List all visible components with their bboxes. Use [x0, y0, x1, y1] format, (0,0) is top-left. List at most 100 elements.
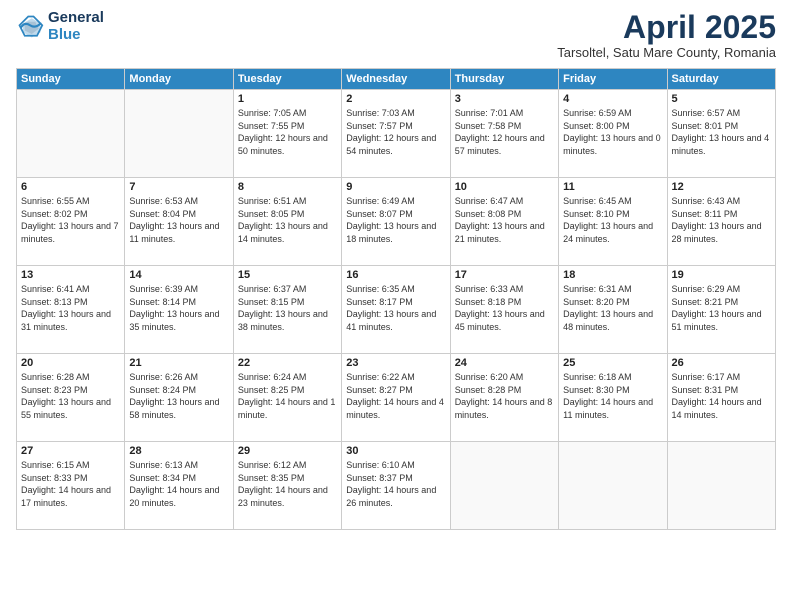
day-info: Sunrise: 6:26 AM Sunset: 8:24 PM Dayligh… [129, 371, 228, 421]
day-info: Sunrise: 6:20 AM Sunset: 8:28 PM Dayligh… [455, 371, 554, 421]
calendar-cell: 29 Sunrise: 6:12 AM Sunset: 8:35 PM Dayli… [233, 442, 341, 530]
calendar-cell [667, 442, 775, 530]
day-info: Sunrise: 6:24 AM Sunset: 8:25 PM Dayligh… [238, 371, 337, 421]
day-number: 2 [346, 93, 445, 105]
day-number: 29 [238, 445, 337, 457]
calendar-cell: 3 Sunrise: 7:01 AM Sunset: 7:58 PM Daylig… [450, 90, 558, 178]
day-info: Sunrise: 6:29 AM Sunset: 8:21 PM Dayligh… [672, 283, 771, 333]
day-info: Sunrise: 6:10 AM Sunset: 8:37 PM Dayligh… [346, 459, 445, 509]
calendar-cell [125, 90, 233, 178]
logo-line1: General [48, 10, 104, 27]
calendar-cell: 17Sunrise: 6:33 AM Sunset: 8:18 PM Dayli… [450, 266, 558, 354]
day-info: Sunrise: 6:51 AM Sunset: 8:05 PM Dayligh… [238, 195, 337, 245]
calendar-cell: 13 Sunrise: 6:41 AM Sunset: 8:13 PM Dayli… [17, 266, 125, 354]
day-number: 17 [455, 269, 554, 281]
day-info: Sunrise: 6:35 AM Sunset: 8:17 PM Dayligh… [346, 283, 445, 333]
calendar-cell: 11 Sunrise: 6:45 AM Sunset: 8:10 PM Dayli… [559, 178, 667, 266]
day-number: 28 [129, 445, 228, 457]
day-number: 30 [346, 445, 445, 457]
day-info: Sunrise: 6:59 AM Sunset: 8:00 PM Dayligh… [563, 107, 662, 157]
day-number: 21 [129, 357, 228, 369]
calendar-cell: 20Sunrise: 6:28 AM Sunset: 8:23 PM Dayli… [17, 354, 125, 442]
day-number: 5 [672, 93, 771, 105]
day-info: Sunrise: 6:37 AM Sunset: 8:15 PM Dayligh… [238, 283, 337, 333]
day-info: Sunrise: 7:05 AM Sunset: 7:55 PM Dayligh… [238, 107, 337, 157]
calendar-cell: 5 Sunrise: 6:57 AM Sunset: 8:01 PM Daylig… [667, 90, 775, 178]
day-number: 19 [672, 269, 771, 281]
day-number: 24 [455, 357, 554, 369]
day-info: Sunrise: 6:47 AM Sunset: 8:08 PM Dayligh… [455, 195, 554, 245]
day-number: 12 [672, 181, 771, 193]
calendar-page: General Blue April 2025 Tarsoltel, Satu … [0, 0, 792, 612]
calendar-cell: 18 Sunrise: 6:31 AM Sunset: 8:20 PM Dayli… [559, 266, 667, 354]
header: General Blue April 2025 Tarsoltel, Satu … [16, 10, 776, 60]
calendar-cell: 27Sunrise: 6:15 AM Sunset: 8:33 PM Dayli… [17, 442, 125, 530]
logo: General Blue [16, 10, 104, 43]
calendar-cell: 8 Sunrise: 6:51 AM Sunset: 8:05 PM Daylig… [233, 178, 341, 266]
calendar-week-0: 1 Sunrise: 7:05 AM Sunset: 7:55 PM Daylig… [17, 90, 776, 178]
calendar-cell: 6Sunrise: 6:55 AM Sunset: 8:02 PM Daylig… [17, 178, 125, 266]
day-info: Sunrise: 6:41 AM Sunset: 8:13 PM Dayligh… [21, 283, 120, 333]
calendar-cell: 22 Sunrise: 6:24 AM Sunset: 8:25 PM Dayli… [233, 354, 341, 442]
calendar-cell: 9 Sunrise: 6:49 AM Sunset: 8:07 PM Daylig… [342, 178, 450, 266]
day-number: 1 [238, 93, 337, 105]
day-number: 8 [238, 181, 337, 193]
day-info: Sunrise: 6:15 AM Sunset: 8:33 PM Dayligh… [21, 459, 120, 509]
calendar-header-row: SundayMondayTuesdayWednesdayThursdayFrid… [17, 69, 776, 90]
day-number: 18 [563, 269, 662, 281]
day-number: 13 [21, 269, 120, 281]
day-info: Sunrise: 7:03 AM Sunset: 7:57 PM Dayligh… [346, 107, 445, 157]
day-info: Sunrise: 6:57 AM Sunset: 8:01 PM Dayligh… [672, 107, 771, 157]
column-header-thursday: Thursday [450, 69, 558, 90]
calendar-cell: 26Sunrise: 6:17 AM Sunset: 8:31 PM Dayli… [667, 354, 775, 442]
column-header-wednesday: Wednesday [342, 69, 450, 90]
calendar-table: SundayMondayTuesdayWednesdayThursdayFrid… [16, 68, 776, 530]
calendar-cell [17, 90, 125, 178]
calendar-cell: 7Sunrise: 6:53 AM Sunset: 8:04 PM Daylig… [125, 178, 233, 266]
logo-icon [16, 13, 44, 41]
calendar-cell: 21 Sunrise: 6:26 AM Sunset: 8:24 PM Dayli… [125, 354, 233, 442]
day-info: Sunrise: 6:22 AM Sunset: 8:27 PM Dayligh… [346, 371, 445, 421]
day-info: Sunrise: 6:49 AM Sunset: 8:07 PM Dayligh… [346, 195, 445, 245]
column-header-tuesday: Tuesday [233, 69, 341, 90]
day-number: 10 [455, 181, 554, 193]
day-number: 6 [21, 181, 120, 193]
calendar-cell: 23 Sunrise: 6:22 AM Sunset: 8:27 PM Dayli… [342, 354, 450, 442]
calendar-cell: 19 Sunrise: 6:29 AM Sunset: 8:21 PM Dayli… [667, 266, 775, 354]
day-info: Sunrise: 6:18 AM Sunset: 8:30 PM Dayligh… [563, 371, 662, 421]
logo-line2: Blue [48, 27, 104, 44]
calendar-cell: 25 Sunrise: 6:18 AM Sunset: 8:30 PM Dayli… [559, 354, 667, 442]
subtitle: Tarsoltel, Satu Mare County, Romania [557, 45, 776, 60]
column-header-sunday: Sunday [17, 69, 125, 90]
column-header-monday: Monday [125, 69, 233, 90]
calendar-cell [559, 442, 667, 530]
day-number: 20 [21, 357, 120, 369]
column-header-saturday: Saturday [667, 69, 775, 90]
day-info: Sunrise: 6:13 AM Sunset: 8:34 PM Dayligh… [129, 459, 228, 509]
day-number: 11 [563, 181, 662, 193]
day-number: 9 [346, 181, 445, 193]
day-info: Sunrise: 6:12 AM Sunset: 8:35 PM Dayligh… [238, 459, 337, 509]
day-number: 7 [129, 181, 228, 193]
calendar-cell [450, 442, 558, 530]
day-number: 22 [238, 357, 337, 369]
calendar-week-4: 27Sunrise: 6:15 AM Sunset: 8:33 PM Dayli… [17, 442, 776, 530]
day-number: 4 [563, 93, 662, 105]
day-info: Sunrise: 6:45 AM Sunset: 8:10 PM Dayligh… [563, 195, 662, 245]
day-number: 25 [563, 357, 662, 369]
day-info: Sunrise: 7:01 AM Sunset: 7:58 PM Dayligh… [455, 107, 554, 157]
calendar-cell: 1 Sunrise: 7:05 AM Sunset: 7:55 PM Daylig… [233, 90, 341, 178]
calendar-week-3: 20Sunrise: 6:28 AM Sunset: 8:23 PM Dayli… [17, 354, 776, 442]
day-number: 3 [455, 93, 554, 105]
calendar-week-2: 13 Sunrise: 6:41 AM Sunset: 8:13 PM Dayli… [17, 266, 776, 354]
day-number: 23 [346, 357, 445, 369]
calendar-cell: 12 Sunrise: 6:43 AM Sunset: 8:11 PM Dayli… [667, 178, 775, 266]
title-block: April 2025 Tarsoltel, Satu Mare County, … [557, 10, 776, 60]
day-info: Sunrise: 6:39 AM Sunset: 8:14 PM Dayligh… [129, 283, 228, 333]
month-title: April 2025 [557, 10, 776, 45]
day-info: Sunrise: 6:43 AM Sunset: 8:11 PM Dayligh… [672, 195, 771, 245]
calendar-cell: 14Sunrise: 6:39 AM Sunset: 8:14 PM Dayli… [125, 266, 233, 354]
calendar-cell: 16Sunrise: 6:35 AM Sunset: 8:17 PM Dayli… [342, 266, 450, 354]
day-info: Sunrise: 6:31 AM Sunset: 8:20 PM Dayligh… [563, 283, 662, 333]
calendar-cell: 28 Sunrise: 6:13 AM Sunset: 8:34 PM Dayli… [125, 442, 233, 530]
